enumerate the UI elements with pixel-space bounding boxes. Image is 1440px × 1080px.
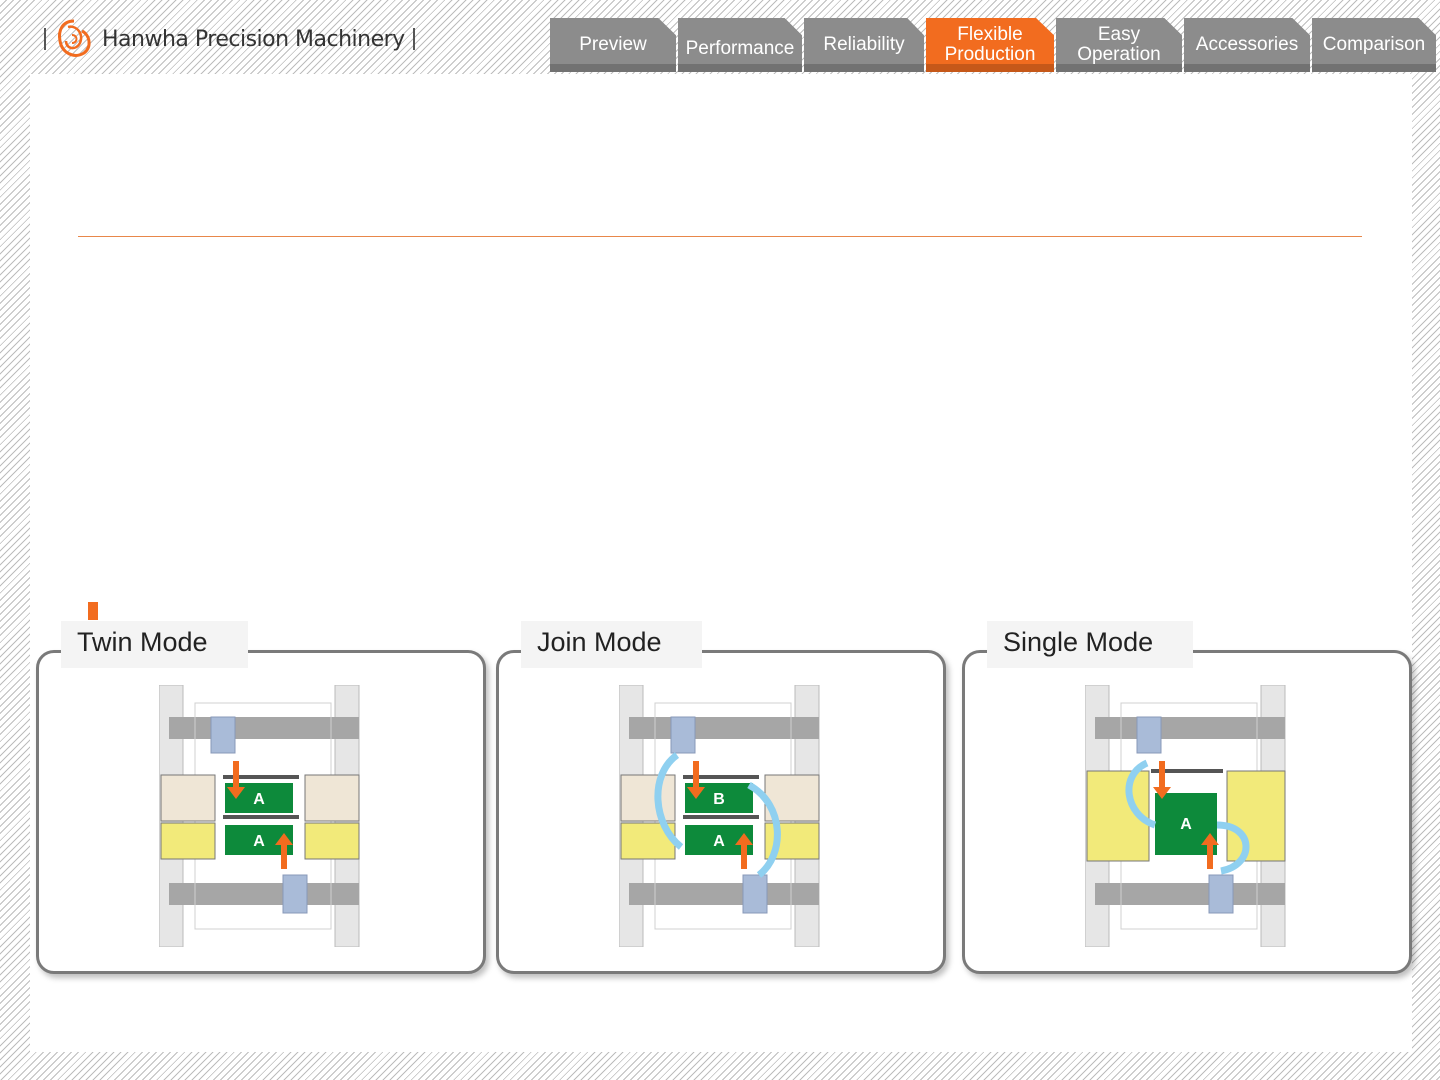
twin-mode-label: Twin Mode xyxy=(61,621,248,668)
tab-label: Flexible Production xyxy=(944,24,1036,65)
logo-divider-left xyxy=(44,28,46,50)
bullet-marker xyxy=(88,602,98,620)
tab-easy-operation[interactable]: Easy Operation xyxy=(1056,18,1182,72)
join-mode-diagram: B A xyxy=(619,685,820,947)
tab-reliability[interactable]: Reliability xyxy=(804,18,924,72)
tab-label: Preview xyxy=(579,34,647,55)
content-area: Twin Mode A A Join Mode B A Single Mode … xyxy=(30,74,1412,1052)
tab-comparison[interactable]: Comparison xyxy=(1312,18,1436,72)
tab-label: Performance xyxy=(685,38,795,59)
title-divider xyxy=(78,236,1362,237)
join-mode-panel: Join Mode B A xyxy=(496,621,946,974)
tab-flexible-production[interactable]: Flexible Production xyxy=(926,18,1054,72)
twin-mode-diagram: A A xyxy=(159,685,360,947)
tab-performance[interactable]: Performance xyxy=(678,18,802,72)
board-label: A xyxy=(253,833,265,850)
logo-divider-right xyxy=(412,28,415,50)
board-label: A xyxy=(253,791,265,808)
hanwha-logo-icon xyxy=(58,19,91,57)
board-label: A xyxy=(713,833,725,850)
logo[interactable]: Hanwha Precision Machinery xyxy=(44,16,415,62)
tab-label: Accessories xyxy=(1195,34,1299,55)
board-label: B xyxy=(713,791,725,808)
join-mode-label: Join Mode xyxy=(521,621,702,668)
single-mode-label: Single Mode xyxy=(987,621,1194,668)
tab-preview[interactable]: Preview xyxy=(550,18,676,72)
tab-label: Easy Operation xyxy=(1077,24,1161,65)
header: Hanwha Precision Machinery Preview Perfo… xyxy=(0,0,1440,72)
tab-label: Comparison xyxy=(1322,34,1426,55)
tab-accessories[interactable]: Accessories xyxy=(1184,18,1310,72)
tab-label: Reliability xyxy=(823,34,905,55)
board-label: A xyxy=(1180,816,1192,833)
single-mode-diagram: A xyxy=(1085,685,1286,947)
twin-mode-panel: Twin Mode A A xyxy=(36,621,486,974)
top-nav: Preview Performance Reliability Flexible… xyxy=(550,18,1436,72)
single-mode-panel: Single Mode A xyxy=(962,621,1412,974)
brand-name: Hanwha Precision Machinery xyxy=(102,26,405,52)
